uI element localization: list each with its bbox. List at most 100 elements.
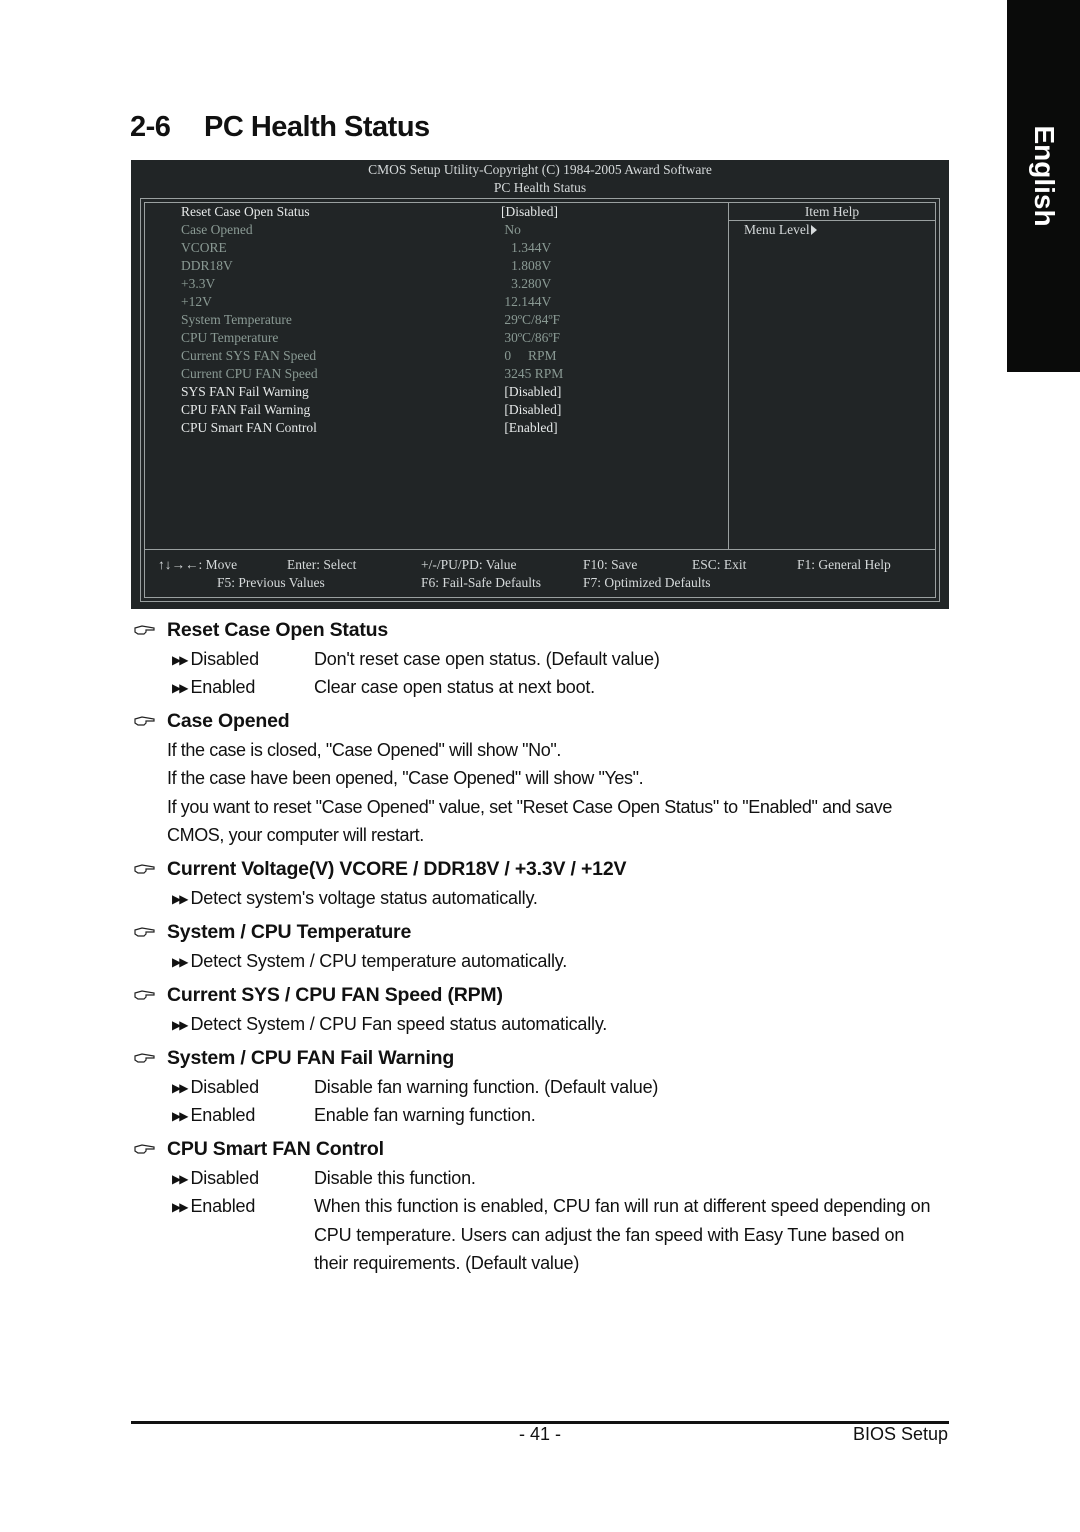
bios-row-value: 29ºC/84ºF: [501, 312, 561, 327]
bios-row-value: 3.280V: [501, 276, 552, 291]
option-name: Disabled: [190, 649, 259, 669]
paragraph-line: If the case have been opened, "Case Open…: [167, 768, 644, 788]
double-triangle-icon: ▶▶: [172, 1081, 189, 1095]
bios-row-case-opened: Case Opened No: [181, 221, 721, 239]
double-triangle-icon: ▶▶: [172, 1109, 189, 1123]
option-description: Enable fan warning function.: [314, 1105, 536, 1125]
bios-row-label: VCORE: [181, 240, 227, 255]
note-text: Detect system's voltage status automatic…: [190, 888, 538, 908]
option-description: CPU temperature. Users can adjust the fa…: [314, 1225, 905, 1245]
paragraph-line: If the case is closed, "Case Opened" wil…: [167, 740, 561, 760]
heading-reset-case-open-status: Reset Case Open Status: [167, 619, 389, 641]
option-description: Don't reset case open status. (Default v…: [314, 649, 660, 669]
bios-row-label: System Temperature: [181, 312, 292, 327]
bios-screenshot: CMOS Setup Utility-Copyright (C) 1984-20…: [131, 160, 949, 609]
paragraph-line: CMOS, your computer will restart.: [167, 825, 424, 845]
heading-current-voltage: Current Voltage(V) VCORE / DDR18V / +3.3…: [167, 858, 627, 880]
option-description: When this function is enabled, CPU fan w…: [314, 1196, 931, 1216]
bios-header-copyright: CMOS Setup Utility-Copyright (C) 1984-20…: [368, 162, 712, 177]
key-move: ↑↓→←: Move: [158, 557, 238, 572]
heading-fan-fail-warning: System / CPU FAN Fail Warning: [167, 1047, 455, 1069]
note-text: Detect System / CPU temperature automati…: [190, 951, 568, 971]
bios-row-label: CPU FAN Fail Warning: [181, 402, 311, 417]
paragraph-line: If you want to reset "Case Opened" value…: [167, 797, 892, 817]
bios-settings-list: Reset Case Open Status [Disabled] Case Op…: [181, 203, 721, 437]
bios-row-label: Case Opened: [181, 222, 253, 237]
heading-case-opened: Case Opened: [167, 710, 290, 732]
option-enabled: ▶▶ Enabled: [172, 677, 255, 698]
bios-help-divider: [728, 202, 729, 549]
pointing-hand-icon: [134, 1144, 155, 1154]
key-f5: F5: Previous Values: [217, 575, 325, 590]
section-title: 2-6 PC Health Status: [130, 111, 430, 144]
bios-row-value: 1.344V: [501, 240, 552, 255]
option-description: Disable this function.: [314, 1168, 476, 1188]
key-esc: ESC: Exit: [692, 557, 747, 572]
bios-row-3v3: +3.3V 3.280V: [181, 275, 721, 293]
double-triangle-icon: ▶▶: [172, 1172, 189, 1186]
note-line: ▶▶ Detect system's voltage status automat…: [172, 888, 538, 909]
bios-row-label: CPU Temperature: [181, 330, 279, 345]
bios-row-label: Current CPU FAN Speed: [181, 366, 318, 381]
note-line: ▶▶ Detect System / CPU temperature automa…: [172, 951, 567, 972]
pointing-hand-icon: [134, 990, 155, 1000]
double-triangle-icon: ▶▶: [172, 1200, 189, 1214]
option-enabled: ▶▶ Enabled: [172, 1105, 255, 1126]
bios-row-ddr18v: DDR18V 1.808V: [181, 257, 721, 275]
item-help-title: Item Help: [804, 204, 860, 219]
option-enabled: ▶▶ Enabled: [172, 1196, 255, 1217]
section-number: 2-6: [130, 111, 171, 143]
bios-row-12v: +12V 12.144V: [181, 293, 721, 311]
key-f6: F6: Fail-Safe Defaults: [421, 575, 541, 590]
bios-row-sys-fan-fail-warning[interactable]: SYS FAN Fail Warning [Disabled]: [181, 383, 721, 401]
note-text: Detect System / CPU Fan speed status aut…: [190, 1014, 608, 1034]
language-tab-label: English: [1028, 125, 1060, 227]
key-f7: F7: Optimized Defaults: [583, 575, 711, 590]
bios-row-cpu-fan-fail-warning[interactable]: CPU FAN Fail Warning [Disabled]: [181, 401, 721, 419]
note-line: ▶▶ Detect System / CPU Fan speed status a…: [172, 1014, 607, 1035]
option-name: Enabled: [190, 1196, 256, 1216]
bios-row-label: +3.3V: [181, 276, 216, 291]
bios-row-cpu-fan-speed: Current CPU FAN Speed 3245 RPM: [181, 365, 721, 383]
option-name: Enabled: [190, 677, 256, 697]
bios-row-sys-fan-speed: Current SYS FAN Speed 0 RPM: [181, 347, 721, 365]
bios-keys-divider: [144, 549, 936, 550]
double-triangle-icon: ▶▶: [172, 653, 189, 667]
menu-level: Menu Level: [744, 221, 817, 239]
bios-row-value: 12.144V: [501, 294, 552, 309]
option-description: Clear case open status at next boot.: [314, 677, 595, 697]
option-name: Disabled: [190, 1168, 259, 1188]
bios-row-label: CPU Smart FAN Control: [181, 420, 317, 435]
pointing-hand-icon: [134, 927, 155, 937]
bios-row-value: [Disabled]: [501, 402, 562, 417]
bios-row-label: Current SYS FAN Speed: [181, 348, 317, 363]
section-title-text: PC Health Status: [204, 111, 430, 143]
double-triangle-icon: ▶▶: [172, 681, 189, 695]
heading-cpu-smart-fan-control: CPU Smart FAN Control: [167, 1138, 384, 1160]
option-disabled: ▶▶ Disabled: [172, 649, 259, 670]
bios-row-cpu-temperature: CPU Temperature 30ºC/86ºF: [181, 329, 721, 347]
footer-chapter: BIOS Setup: [852, 1424, 948, 1444]
option-disabled: ▶▶ Disabled: [172, 1168, 259, 1189]
pointing-hand-icon: [134, 1053, 155, 1063]
bios-row-label: Reset Case Open Status: [181, 204, 310, 219]
key-f10: F10: Save: [583, 557, 638, 572]
key-f1: F1: General Help: [797, 557, 891, 572]
bios-row-label: DDR18V: [181, 258, 233, 273]
bios-row-value: 3245 RPM: [501, 366, 564, 381]
heading-system-cpu-temperature: System / CPU Temperature: [167, 921, 412, 943]
bios-row-vcore: VCORE 1.344V: [181, 239, 721, 257]
double-triangle-icon: ▶▶: [172, 1018, 189, 1032]
bios-row-value: No: [501, 222, 521, 237]
double-triangle-icon: ▶▶: [172, 892, 189, 906]
language-tab: English: [1007, 0, 1080, 372]
bios-row-label: SYS FAN Fail Warning: [181, 384, 309, 399]
bios-row-reset-case-open-status[interactable]: Reset Case Open Status [Disabled]: [181, 203, 721, 221]
bios-row-label: +12V: [181, 294, 212, 309]
bios-row-cpu-smart-fan-control[interactable]: CPU Smart FAN Control [Enabled]: [181, 419, 721, 437]
option-name: Enabled: [190, 1105, 256, 1125]
heading-current-fan-speed: Current SYS / CPU FAN Speed (RPM): [167, 984, 503, 1006]
bios-header-page-title: PC Health Status: [493, 180, 587, 195]
bios-row-system-temperature: System Temperature 29ºC/84ºF: [181, 311, 721, 329]
pointing-hand-icon: [134, 864, 155, 874]
